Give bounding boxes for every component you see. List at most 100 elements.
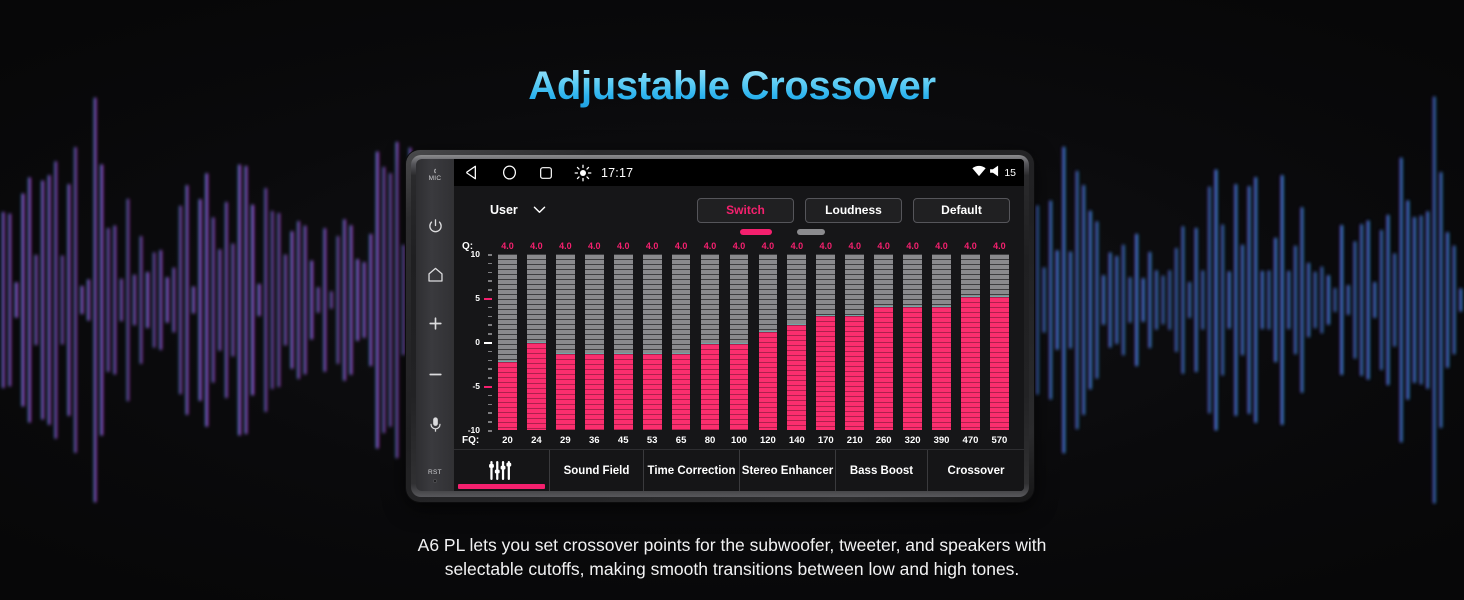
eq-band[interactable] bbox=[580, 254, 609, 430]
tab-stereo-enhancer[interactable]: Stereo Enhancer bbox=[740, 450, 836, 491]
q-value[interactable]: 4.0 bbox=[753, 241, 782, 251]
eq-band-track[interactable] bbox=[961, 254, 980, 430]
caption-line-1: A6 PL lets you set crossover points for … bbox=[417, 535, 1047, 555]
microphone-button[interactable] bbox=[429, 417, 442, 434]
eq-band-track[interactable] bbox=[498, 254, 517, 430]
tab-equalizer[interactable] bbox=[454, 450, 550, 491]
eq-band[interactable] bbox=[840, 254, 869, 430]
eq-band-track[interactable] bbox=[758, 254, 778, 430]
eq-band-track[interactable] bbox=[671, 254, 691, 430]
eq-band-track[interactable] bbox=[700, 254, 720, 430]
reset-label: RST bbox=[428, 468, 442, 476]
eq-band-fill bbox=[584, 352, 604, 430]
equalizer-panel: User Switch Loudness Default Q: 4.0 4.0 … bbox=[454, 186, 1024, 491]
frequency-label: 53 bbox=[646, 434, 658, 446]
eq-band-track[interactable] bbox=[555, 254, 575, 430]
eq-band-fill bbox=[845, 314, 865, 430]
bottom-tab-bar: Sound Field Time Correction Stereo Enhan… bbox=[454, 449, 1024, 491]
mic-indicator: MIC bbox=[429, 168, 442, 182]
y-axis-tick bbox=[488, 350, 492, 353]
eq-band[interactable] bbox=[956, 254, 985, 430]
q-value[interactable]: 4.0 bbox=[551, 241, 580, 251]
eq-band-track[interactable] bbox=[729, 254, 749, 430]
q-value[interactable]: 4.0 bbox=[956, 241, 985, 251]
brightness-icon[interactable] bbox=[574, 164, 592, 182]
preset-dropdown[interactable]: User bbox=[490, 203, 546, 217]
android-status-bar: 17:17 15 bbox=[454, 159, 1024, 186]
power-button[interactable] bbox=[428, 218, 443, 233]
y-axis-tick bbox=[488, 412, 492, 414]
eq-band[interactable] bbox=[609, 254, 638, 430]
q-value[interactable]: 4.0 bbox=[667, 241, 696, 251]
eq-band-track[interactable] bbox=[787, 254, 807, 430]
q-value[interactable]: 4.0 bbox=[927, 241, 956, 251]
volume-down-button[interactable] bbox=[427, 366, 444, 383]
q-value[interactable]: 4.0 bbox=[725, 241, 754, 251]
back-icon[interactable] bbox=[464, 164, 481, 181]
reset-button[interactable]: RST bbox=[428, 468, 442, 483]
volume-up-button[interactable] bbox=[427, 315, 444, 332]
loudness-button[interactable]: Loudness bbox=[805, 197, 902, 223]
eq-band-fill bbox=[527, 342, 546, 430]
preset-label: User bbox=[490, 203, 518, 217]
eq-band-track[interactable] bbox=[613, 254, 633, 430]
tab-bass-boost[interactable]: Bass Boost bbox=[836, 450, 928, 491]
eq-band-fill bbox=[961, 296, 980, 430]
mode-buttons: Switch Loudness Default bbox=[697, 197, 1014, 223]
recents-icon[interactable] bbox=[538, 165, 554, 181]
eq-band[interactable] bbox=[522, 254, 551, 430]
frequency-label: 36 bbox=[588, 434, 600, 446]
eq-band[interactable] bbox=[753, 254, 782, 430]
q-value[interactable]: 4.0 bbox=[638, 241, 667, 251]
q-value[interactable]: 4.0 bbox=[985, 241, 1014, 251]
eq-band[interactable] bbox=[898, 254, 927, 430]
default-button[interactable]: Default bbox=[913, 197, 1010, 223]
eq-band[interactable] bbox=[696, 254, 725, 430]
q-value[interactable]: 4.0 bbox=[782, 241, 811, 251]
y-axis-tick bbox=[484, 298, 492, 300]
eq-band-fill bbox=[642, 352, 662, 430]
tab-crossover[interactable]: Crossover bbox=[928, 450, 1024, 491]
q-value[interactable]: 4.0 bbox=[696, 241, 725, 251]
eq-band[interactable] bbox=[811, 254, 840, 430]
eq-band[interactable] bbox=[551, 254, 580, 430]
y-axis-tick bbox=[488, 394, 492, 397]
eq-band[interactable] bbox=[869, 254, 898, 430]
eq-band-track[interactable] bbox=[903, 254, 922, 430]
eq-band-track[interactable] bbox=[874, 254, 894, 430]
eq-band[interactable] bbox=[667, 254, 696, 430]
eq-band-fill bbox=[700, 342, 720, 430]
q-value[interactable]: 4.0 bbox=[898, 241, 927, 251]
eq-band[interactable] bbox=[985, 254, 1014, 430]
eq-band[interactable] bbox=[493, 254, 522, 430]
q-value[interactable]: 4.0 bbox=[522, 241, 551, 251]
eq-band-track[interactable] bbox=[845, 254, 865, 430]
y-axis-tick bbox=[488, 306, 492, 309]
eq-band[interactable] bbox=[638, 254, 667, 430]
tab-sound-field[interactable]: Sound Field bbox=[550, 450, 644, 491]
eq-band-track[interactable] bbox=[584, 254, 604, 430]
q-value[interactable]: 4.0 bbox=[811, 241, 840, 251]
tab-time-correction[interactable]: Time Correction bbox=[644, 450, 740, 491]
home-button[interactable] bbox=[427, 267, 444, 282]
home-icon[interactable] bbox=[501, 164, 518, 181]
eq-band-track[interactable] bbox=[990, 254, 1009, 430]
eq-band[interactable] bbox=[782, 254, 811, 430]
eq-band-track[interactable] bbox=[932, 254, 951, 430]
q-value[interactable]: 4.0 bbox=[869, 241, 898, 251]
frequency-label: 210 bbox=[846, 434, 863, 446]
eq-band-fill bbox=[816, 314, 836, 430]
controls-row: User Switch Loudness Default bbox=[462, 195, 1014, 225]
q-value[interactable]: 4.0 bbox=[493, 241, 522, 251]
y-axis-tick bbox=[488, 315, 492, 318]
q-value[interactable]: 4.0 bbox=[580, 241, 609, 251]
eq-band-track[interactable] bbox=[527, 254, 546, 430]
q-value[interactable]: 4.0 bbox=[609, 241, 638, 251]
switch-button[interactable]: Switch bbox=[697, 197, 794, 223]
eq-band-track[interactable] bbox=[642, 254, 662, 430]
eq-band[interactable] bbox=[725, 254, 754, 430]
eq-band-track[interactable] bbox=[816, 254, 836, 430]
eq-band[interactable] bbox=[927, 254, 956, 430]
eq-band-fill bbox=[555, 352, 575, 430]
q-value[interactable]: 4.0 bbox=[840, 241, 869, 251]
